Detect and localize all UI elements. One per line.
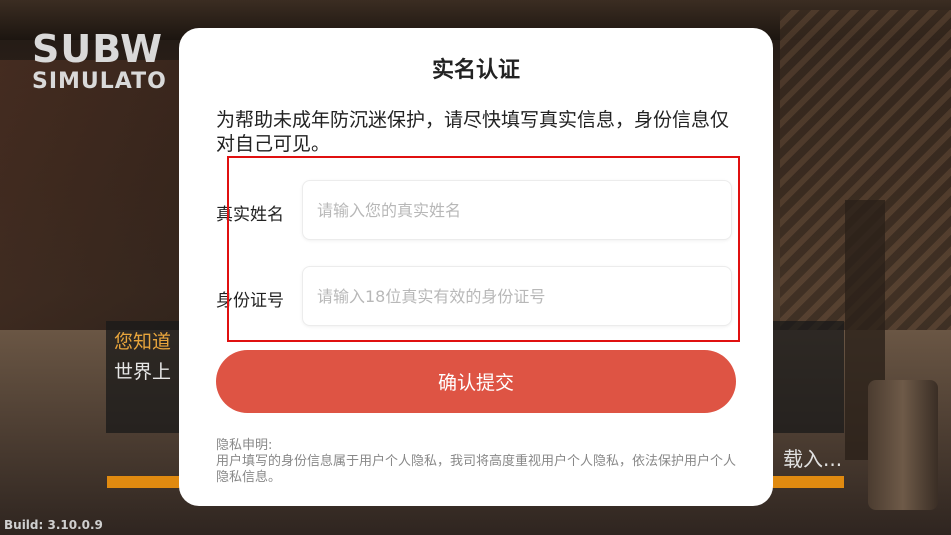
privacy-text: 用户填写的身份信息属于用户个人隐私，我司将高度重视用户个人隐私，依法保护用户个人…	[216, 454, 737, 485]
tip-body: 世界上	[114, 361, 172, 383]
logo-line-2: SIMULATO	[32, 69, 167, 94]
real-name-input[interactable]	[303, 181, 731, 239]
submit-button[interactable]: 确认提交	[216, 350, 736, 413]
barrel	[868, 380, 938, 510]
id-field-container	[302, 266, 732, 326]
privacy-title: 隐私申明:	[216, 438, 273, 453]
id-label: 身份证号	[216, 291, 284, 311]
tip-title: 您知道	[114, 331, 172, 353]
dialog-description: 为帮助未成年防沉迷保护，请尽快填写真实信息，身份信息仅对自己可见。	[216, 109, 730, 155]
name-label: 真实姓名	[216, 205, 284, 225]
id-number-input[interactable]	[303, 267, 731, 325]
loading-text: 载入...	[783, 447, 843, 471]
build-version: Build: 3.10.0.9	[4, 518, 103, 532]
logo-line-1: SUBW	[32, 27, 164, 71]
dialog-title: 实名认证	[431, 58, 520, 83]
left-structure	[0, 60, 180, 330]
game-logo: SUBW SIMULATO	[32, 30, 167, 96]
privacy-statement: 隐私申明: 用户填写的身份信息属于用户个人隐私，我司将高度重视用户个人隐私，依法…	[216, 438, 746, 486]
name-field-container	[302, 180, 732, 240]
real-name-auth-dialog: 实名认证 为帮助未成年防沉迷保护，请尽快填写真实信息，身份信息仅对自己可见。 真…	[179, 28, 773, 506]
